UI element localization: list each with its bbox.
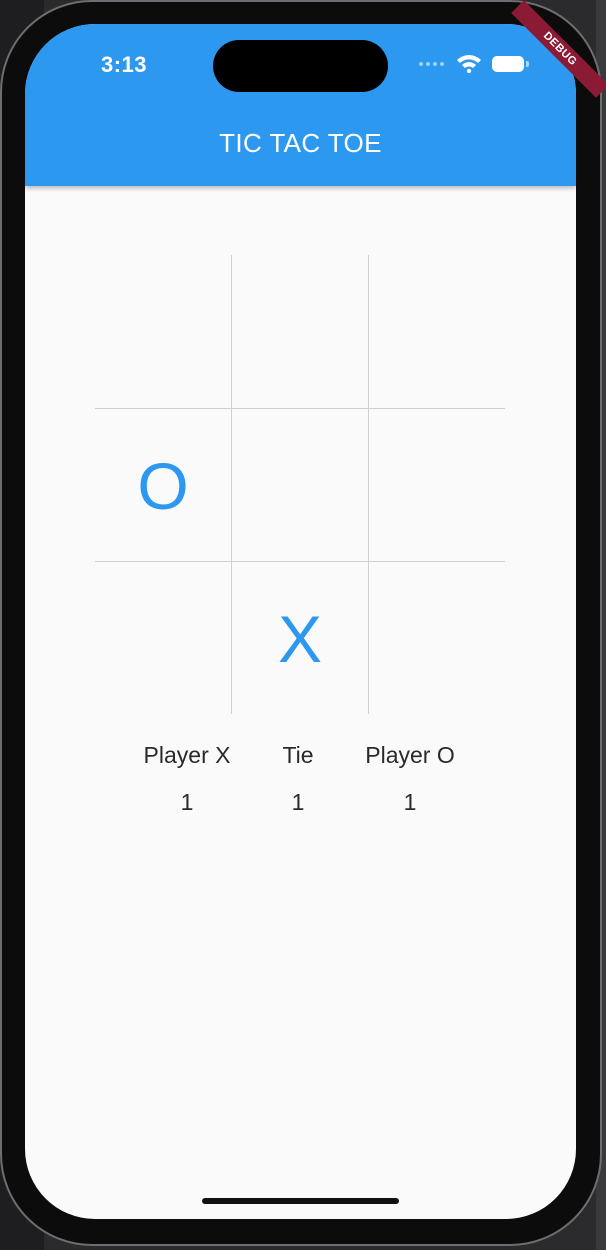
phone-screen: 3:13 TIC TAC TOE O X Player X 1 Tie 1 Pl…	[25, 24, 576, 1219]
board-cell-5[interactable]	[232, 409, 368, 562]
dynamic-island	[213, 40, 388, 92]
board-cell-4[interactable]: O	[95, 409, 231, 562]
board-cell-9[interactable]	[369, 562, 505, 715]
battery-cap	[526, 61, 529, 67]
score-value: 1	[291, 789, 305, 815]
board-cell-3[interactable]	[369, 255, 505, 408]
wifi-icon	[457, 55, 481, 73]
board-cell-6[interactable]	[369, 409, 505, 562]
page-title: TIC TAC TOE	[219, 128, 382, 158]
score-player-o: Player O 1	[345, 742, 475, 816]
signal-icon	[419, 62, 449, 68]
score-label: Tie	[282, 742, 314, 768]
score-label: Player O	[365, 742, 455, 768]
app-bar: 3:13 TIC TAC TOE	[25, 24, 576, 186]
board-cell-8[interactable]: X	[232, 562, 368, 715]
game-board: O X	[95, 255, 505, 714]
score-tie: Tie 1	[233, 742, 363, 816]
board-cell-2[interactable]	[232, 255, 368, 408]
home-indicator[interactable]	[202, 1198, 399, 1204]
battery-icon	[492, 56, 524, 72]
score-value: 1	[403, 789, 417, 815]
board-cell-1[interactable]	[95, 255, 231, 408]
status-time: 3:13	[101, 52, 148, 77]
board-cell-7[interactable]	[95, 562, 231, 715]
